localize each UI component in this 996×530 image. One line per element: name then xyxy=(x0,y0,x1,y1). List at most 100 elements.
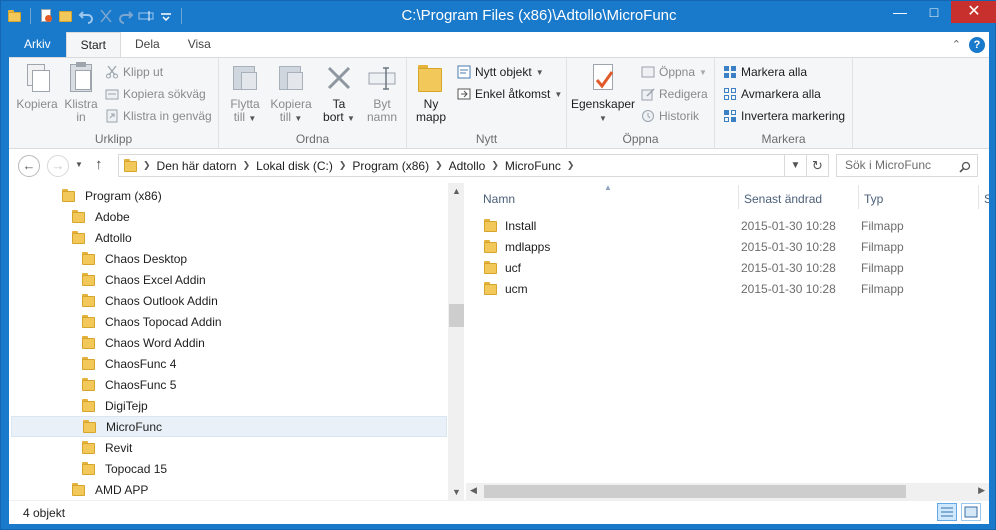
open-icon xyxy=(641,65,655,79)
chevron-right-icon[interactable]: ❯ xyxy=(243,160,251,171)
recent-locations-icon[interactable]: ▼ xyxy=(75,160,83,169)
breadcrumb-adtollo[interactable]: Adtollo xyxy=(443,159,492,173)
delete-button[interactable]: Ta bort ▼ xyxy=(321,62,357,125)
tab-arkiv[interactable]: Arkiv xyxy=(9,32,66,57)
file-row[interactable]: ucf 2015-01-30 10:28 Filmapp xyxy=(478,258,978,279)
chevron-right-icon[interactable]: ❯ xyxy=(491,160,499,171)
tree-item[interactable]: Topocad 15 xyxy=(11,458,447,479)
address-bar[interactable]: ❯ Den här datorn ❯ Lokal disk (C:) ❯ Pro… xyxy=(118,154,829,177)
tree-item[interactable]: Chaos Excel Addin xyxy=(11,269,447,290)
search-input[interactable]: Sök i MicroFunc xyxy=(836,154,978,177)
history-button[interactable]: Historik xyxy=(641,106,699,126)
tab-start[interactable]: Start xyxy=(65,32,122,57)
paste-button[interactable]: Klistra in xyxy=(61,62,101,124)
search-icon[interactable] xyxy=(959,159,971,173)
tab-dela[interactable]: Dela xyxy=(121,32,174,57)
paste-shortcut-button[interactable]: Klistra in genväg xyxy=(105,106,212,126)
file-row[interactable]: mdlapps 2015-01-30 10:28 Filmapp xyxy=(478,237,978,258)
column-header-name[interactable]: Namn xyxy=(483,189,515,209)
scroll-up-icon[interactable]: ▲ xyxy=(448,186,464,196)
folder-icon xyxy=(81,335,97,350)
chevron-right-icon[interactable]: ❯ xyxy=(435,160,443,171)
breadcrumb-lokal-disk[interactable]: Lokal disk (C:) xyxy=(250,159,339,173)
select-none-button[interactable]: Avmarkera alla xyxy=(723,84,821,104)
tree-item[interactable]: Chaos Outlook Addin xyxy=(11,290,447,311)
file-scroll-thumb[interactable] xyxy=(484,485,906,498)
new-item-icon xyxy=(457,65,471,79)
properties-button[interactable]: Egenskaper ▼ xyxy=(571,62,635,125)
tree-item[interactable]: Revit xyxy=(11,437,447,458)
tree-item[interactable]: AMD APP xyxy=(11,479,447,500)
copy-button[interactable]: Kopiera xyxy=(15,62,59,111)
copy-path-button[interactable]: Kopiera sökväg xyxy=(105,84,206,104)
tree-item[interactable]: ChaosFunc 5 xyxy=(11,374,447,395)
help-icon[interactable]: ? xyxy=(969,36,985,53)
tree-item[interactable]: DigiTejp xyxy=(11,395,447,416)
folder-icon xyxy=(81,398,97,413)
file-name: ucm xyxy=(505,282,528,296)
new-folder-button[interactable]: Ny mapp xyxy=(413,62,449,124)
tree-item-label: Chaos Topocad Addin xyxy=(105,314,222,329)
select-all-button[interactable]: Markera alla xyxy=(723,62,807,82)
file-horizontal-scrollbar[interactable]: ◀ ▶ xyxy=(466,483,989,500)
chevron-up-icon[interactable]: ⌃ xyxy=(952,38,961,51)
search-placeholder: Sök i MicroFunc xyxy=(845,158,932,172)
details-view-icon[interactable] xyxy=(937,503,957,521)
new-item-button[interactable]: Nytt objekt ▼ xyxy=(457,62,544,82)
file-row[interactable]: Install 2015-01-30 10:28 Filmapp xyxy=(478,216,978,237)
large-icons-view-icon[interactable] xyxy=(961,503,981,521)
tree-item[interactable]: Adobe xyxy=(11,206,447,227)
address-dropdown-icon[interactable]: ▼ xyxy=(784,155,806,176)
tree-item-label: Topocad 15 xyxy=(105,461,168,476)
maximize-icon[interactable]: □ xyxy=(917,1,951,23)
rename-button[interactable]: Byt namn xyxy=(363,62,401,124)
tree-item[interactable]: ChaosFunc 4 xyxy=(11,353,447,374)
edit-button[interactable]: Redigera xyxy=(641,84,708,104)
breadcrumb-program-x86[interactable]: Program (x86) xyxy=(346,159,435,173)
move-to-button[interactable]: Flytta till ▼ xyxy=(225,62,265,125)
title-bar: C:\Program Files (x86)\Adtollo\MicroFunc… xyxy=(1,1,996,31)
file-row[interactable]: ucm 2015-01-30 10:28 Filmapp xyxy=(478,279,978,300)
tree-item[interactable]: Program (x86) xyxy=(11,185,447,206)
copy-to-button[interactable]: Kopiera till ▼ xyxy=(269,62,313,125)
folder-icon xyxy=(81,377,97,392)
column-header-size[interactable]: S xyxy=(984,189,989,209)
chevron-right-icon[interactable]: ❯ xyxy=(339,160,347,171)
scroll-down-icon[interactable]: ▼ xyxy=(448,487,464,497)
chevron-right-icon[interactable]: ❯ xyxy=(567,160,575,171)
file-date: 2015-01-30 10:28 xyxy=(741,282,836,296)
tree-item[interactable]: Chaos Word Addin xyxy=(11,332,447,353)
refresh-icon[interactable]: ↻ xyxy=(806,155,828,176)
tab-visa[interactable]: Visa xyxy=(174,32,225,57)
scroll-left-icon[interactable]: ◀ xyxy=(470,485,477,496)
nav-vertical-scrollbar[interactable]: ▲ ▼ xyxy=(448,183,464,500)
item-count: 4 objekt xyxy=(23,506,66,520)
close-icon[interactable]: ✕ xyxy=(951,1,996,23)
column-header-type[interactable]: Typ xyxy=(864,189,883,209)
breadcrumb-den-har-datorn[interactable]: Den här datorn xyxy=(151,159,243,173)
back-arrow-icon[interactable]: ← xyxy=(18,155,40,177)
breadcrumb-microfunc[interactable]: MicroFunc xyxy=(499,159,567,173)
minimize-icon[interactable]: — xyxy=(883,1,917,23)
sort-up-icon: ▲ xyxy=(604,183,612,192)
invert-selection-button[interactable]: Invertera markering xyxy=(723,106,845,126)
tree-item[interactable]: Chaos Desktop xyxy=(11,248,447,269)
tree-item[interactable]: MicroFunc xyxy=(11,416,447,437)
chevron-right-icon[interactable]: ❯ xyxy=(143,160,151,171)
tree-item-label: Chaos Outlook Addin xyxy=(105,293,218,308)
nav-scroll-thumb[interactable] xyxy=(449,304,464,327)
tree-item[interactable]: Adtollo xyxy=(11,227,447,248)
address-row: ← → ▼ ↑ ❯ Den här datorn ❯ Lokal disk (C… xyxy=(9,149,989,183)
forward-arrow-icon[interactable]: → xyxy=(47,155,69,177)
folder-icon xyxy=(81,251,97,266)
tree-item-label: Program (x86) xyxy=(85,188,162,203)
paste-icon xyxy=(65,62,97,94)
up-arrow-icon[interactable]: ↑ xyxy=(95,156,103,173)
tree-item[interactable]: Chaos Topocad Addin xyxy=(11,311,447,332)
easy-access-button[interactable]: Enkel åtkomst ▼ xyxy=(457,84,562,104)
column-header-date[interactable]: Senast ändrad xyxy=(744,189,822,209)
open-button[interactable]: Öppna ▼ xyxy=(641,62,707,82)
cut-button[interactable]: Klipp ut xyxy=(105,62,163,82)
select-all-icon xyxy=(723,65,737,79)
scroll-right-icon[interactable]: ▶ xyxy=(978,485,985,496)
